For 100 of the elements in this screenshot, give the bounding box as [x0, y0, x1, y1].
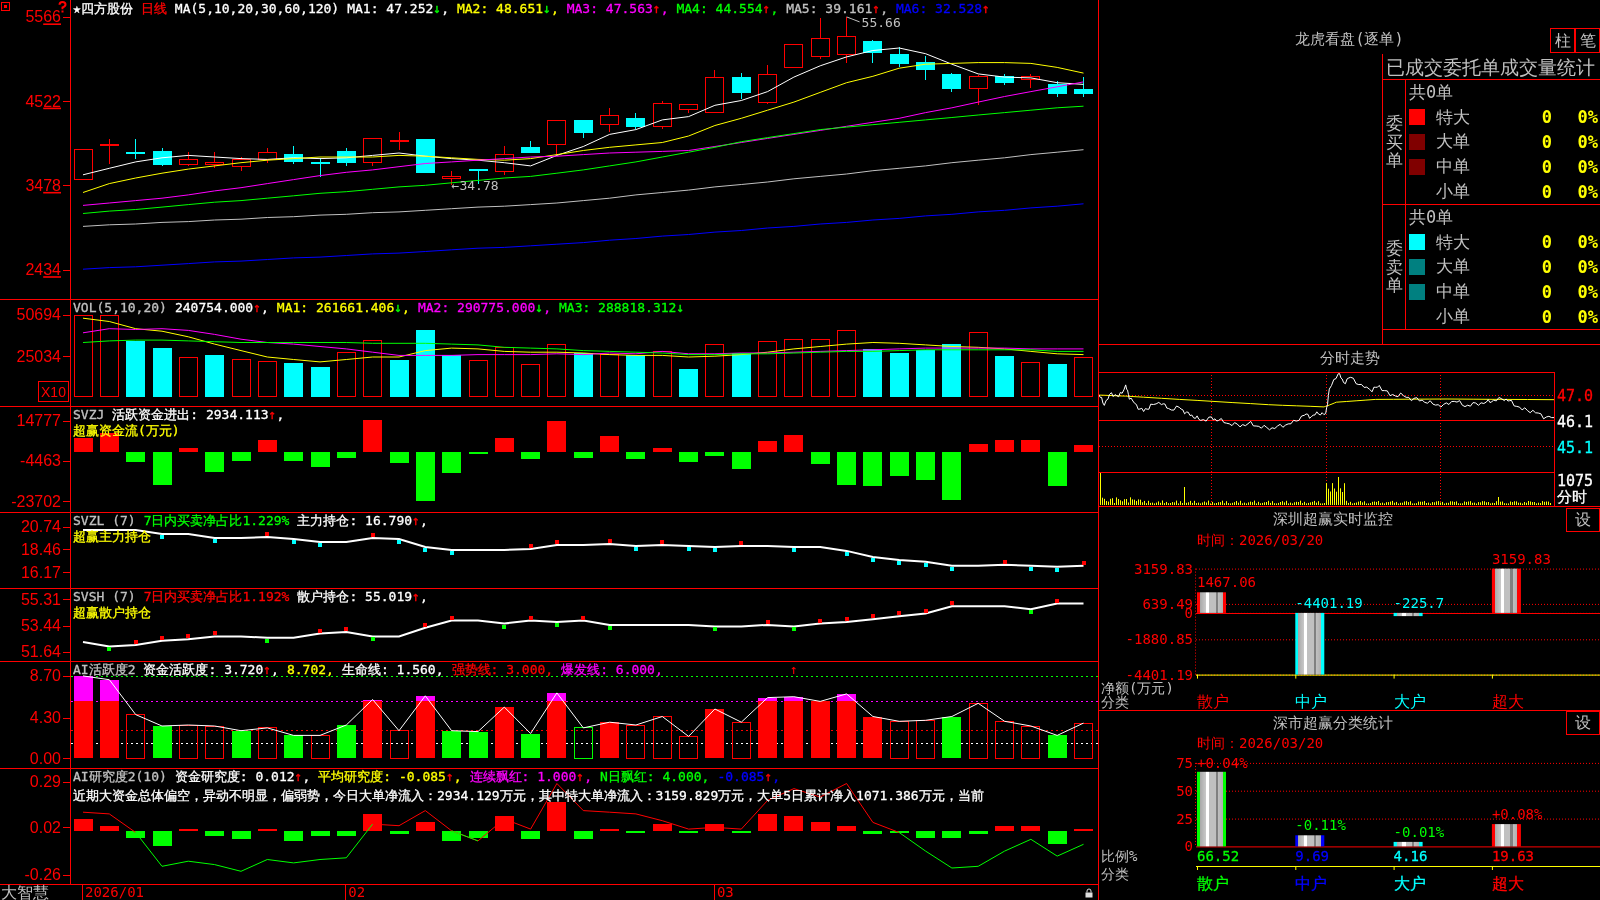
category-label: 大户 — [1393, 874, 1426, 893]
legend-entry: MA6: 32.528↑ — [895, 1, 990, 17]
legend-entry: 7日内买卖净占比1.229% — [143, 513, 290, 529]
legend-entry: 资金活跃度: 3.720↑, — [143, 662, 279, 678]
square-icon[interactable] — [1, 2, 10, 11]
total-count: 共0单 — [1409, 205, 1454, 229]
axis-title: 分类 — [1101, 694, 1129, 710]
panel-title: 分时走势 — [1318, 348, 1381, 369]
brand-label: 大智慧 — [0, 885, 49, 900]
axis-label: 75 — [1176, 754, 1193, 771]
order-percent: 0% — [1576, 281, 1598, 302]
axis-label: 50 — [1176, 782, 1193, 799]
total-count: 共0单 — [1409, 80, 1454, 104]
legend-entry: SVZL (7) — [73, 513, 136, 529]
value-label: -4401.19 — [1295, 594, 1363, 611]
order-size-label: 小单 — [1436, 180, 1471, 204]
legend-entry: 资金研究度: 0.012↑, — [174, 769, 311, 785]
order-size-label: 特大 — [1436, 230, 1471, 254]
value-label: 9.69 — [1295, 848, 1329, 864]
view-toggle-button[interactable]: 柱 — [1550, 28, 1575, 53]
legend-entry: 爆发线: 6.000, — [561, 662, 663, 678]
panel-title: 龙虎看盘(逐单) — [1295, 30, 1404, 50]
legend-entry: 8.702, — [286, 662, 334, 678]
legend-entry: 连续飘红: 1.000↑, — [469, 769, 592, 785]
legend-entry: MA3: 288818.312↓ — [559, 300, 685, 316]
axis-title: 净额(万元) — [1101, 680, 1174, 696]
axis-title: 比例% — [1101, 848, 1138, 864]
order-percent: 0% — [1576, 132, 1598, 152]
legend-entry: SVSH (7) — [73, 589, 136, 605]
order-percent: 0% — [1576, 107, 1598, 128]
order-count: 0 — [1540, 232, 1552, 253]
category-label: 超大 — [1491, 874, 1524, 893]
order-size-label: 特大 — [1436, 105, 1471, 129]
scale-factor-label: X10 — [38, 381, 69, 402]
legend-entry: 日线 — [140, 1, 167, 17]
legend-entry: 超赢主力持仓 — [73, 529, 151, 545]
axis-label: -1880.85 — [1125, 631, 1193, 648]
legend-entry: 强势线: 3.000, — [451, 662, 554, 678]
order-percent: 0% — [1576, 156, 1598, 177]
axis-label: 47.0 — [1557, 387, 1594, 406]
settings-button[interactable]: 设 — [1566, 711, 1600, 735]
axis-label: 55.31 — [20, 590, 61, 608]
settings-button[interactable]: 设 — [1566, 508, 1600, 532]
legend-entry: MA2: 48.651↓, — [456, 1, 559, 17]
legend-entry: MA2: 290775.000↓, — [417, 300, 551, 316]
table-title: 已成交委托单成交量统计 — [1383, 54, 1600, 80]
legend-entry: -0.085↑, — [717, 769, 781, 785]
legend-entry: 超赢散户持仓 — [73, 605, 151, 621]
order-size-label: 中单 — [1436, 280, 1471, 304]
order-size-label: 大单 — [1436, 130, 1471, 154]
change-label: -0.11% — [1295, 817, 1346, 834]
legend-entry: 240754.000↑, — [174, 300, 269, 316]
value-label: -225.7 — [1393, 594, 1445, 611]
axis-label: 4522 — [25, 92, 61, 110]
order-size-label: 中单 — [1436, 155, 1471, 179]
lock-icon — [1085, 887, 1093, 898]
legend-entry: 生命线: 1.560, — [341, 662, 444, 678]
category-label: 超大 — [1491, 692, 1524, 710]
axis-label: 3159.83 — [1134, 560, 1193, 577]
axis-label: -4401.19 — [1125, 666, 1193, 683]
axis-label: 0.00 — [29, 749, 61, 767]
order-percent: 0% — [1576, 232, 1598, 253]
net-flow-bar — [1491, 568, 1521, 613]
axis-title: 分类 — [1101, 866, 1129, 882]
order-percent: 0% — [1576, 306, 1598, 327]
category-label: 大户 — [1393, 692, 1426, 710]
legend-entry: 7日内买卖净占比1.192% — [143, 589, 290, 605]
change-label: +0.04% — [1197, 755, 1248, 771]
axis-label: 53.44 — [20, 617, 61, 635]
axis-label: 8.70 — [29, 667, 61, 685]
axis-label: 51.64 — [20, 643, 61, 661]
change-label: +0.08% — [1491, 806, 1543, 823]
axis-label: 0 — [1184, 838, 1193, 855]
panel-title: 深市超赢分类统计 — [1271, 713, 1394, 734]
axis-label: 25034 — [16, 347, 61, 365]
order-count: 0 — [1540, 107, 1552, 128]
axis-label: -23702 — [11, 492, 61, 510]
axis-label: 46.1 — [1557, 412, 1594, 431]
category-label: 散户 — [1197, 874, 1229, 893]
axis-label: 0.02 — [29, 818, 61, 836]
legend-entry: VOL(5,10,20) — [73, 300, 167, 316]
legend-entry: AI研究度2(10) — [73, 769, 167, 785]
legend-entry: N日飘红: 4.000, — [600, 769, 710, 785]
time-label: 时间：2026/03/20 — [1196, 532, 1325, 549]
legend-entry: MA5: 39.161↑, — [786, 1, 888, 17]
axis-label: 5566 — [25, 8, 61, 26]
order-percent: 0% — [1576, 181, 1598, 202]
date-label: 02 — [345, 885, 366, 900]
value-label: 66.52 — [1197, 848, 1240, 864]
axis-label: 25 — [1176, 810, 1193, 827]
view-toggle-button[interactable]: 笔 — [1575, 28, 1600, 53]
date-label: 2026/01 — [82, 885, 144, 900]
category-label: 中户 — [1295, 692, 1328, 710]
order-count: 0 — [1540, 281, 1552, 302]
order-size-label: 小单 — [1436, 305, 1471, 329]
legend-entry: AI活跃度2 — [73, 662, 136, 678]
net-flow-bar — [1295, 612, 1325, 675]
legend-entry: 平均研究度: -0.085↑, — [318, 769, 462, 785]
axis-label: 16.17 — [20, 563, 61, 581]
value-label: 1467.06 — [1197, 574, 1256, 591]
